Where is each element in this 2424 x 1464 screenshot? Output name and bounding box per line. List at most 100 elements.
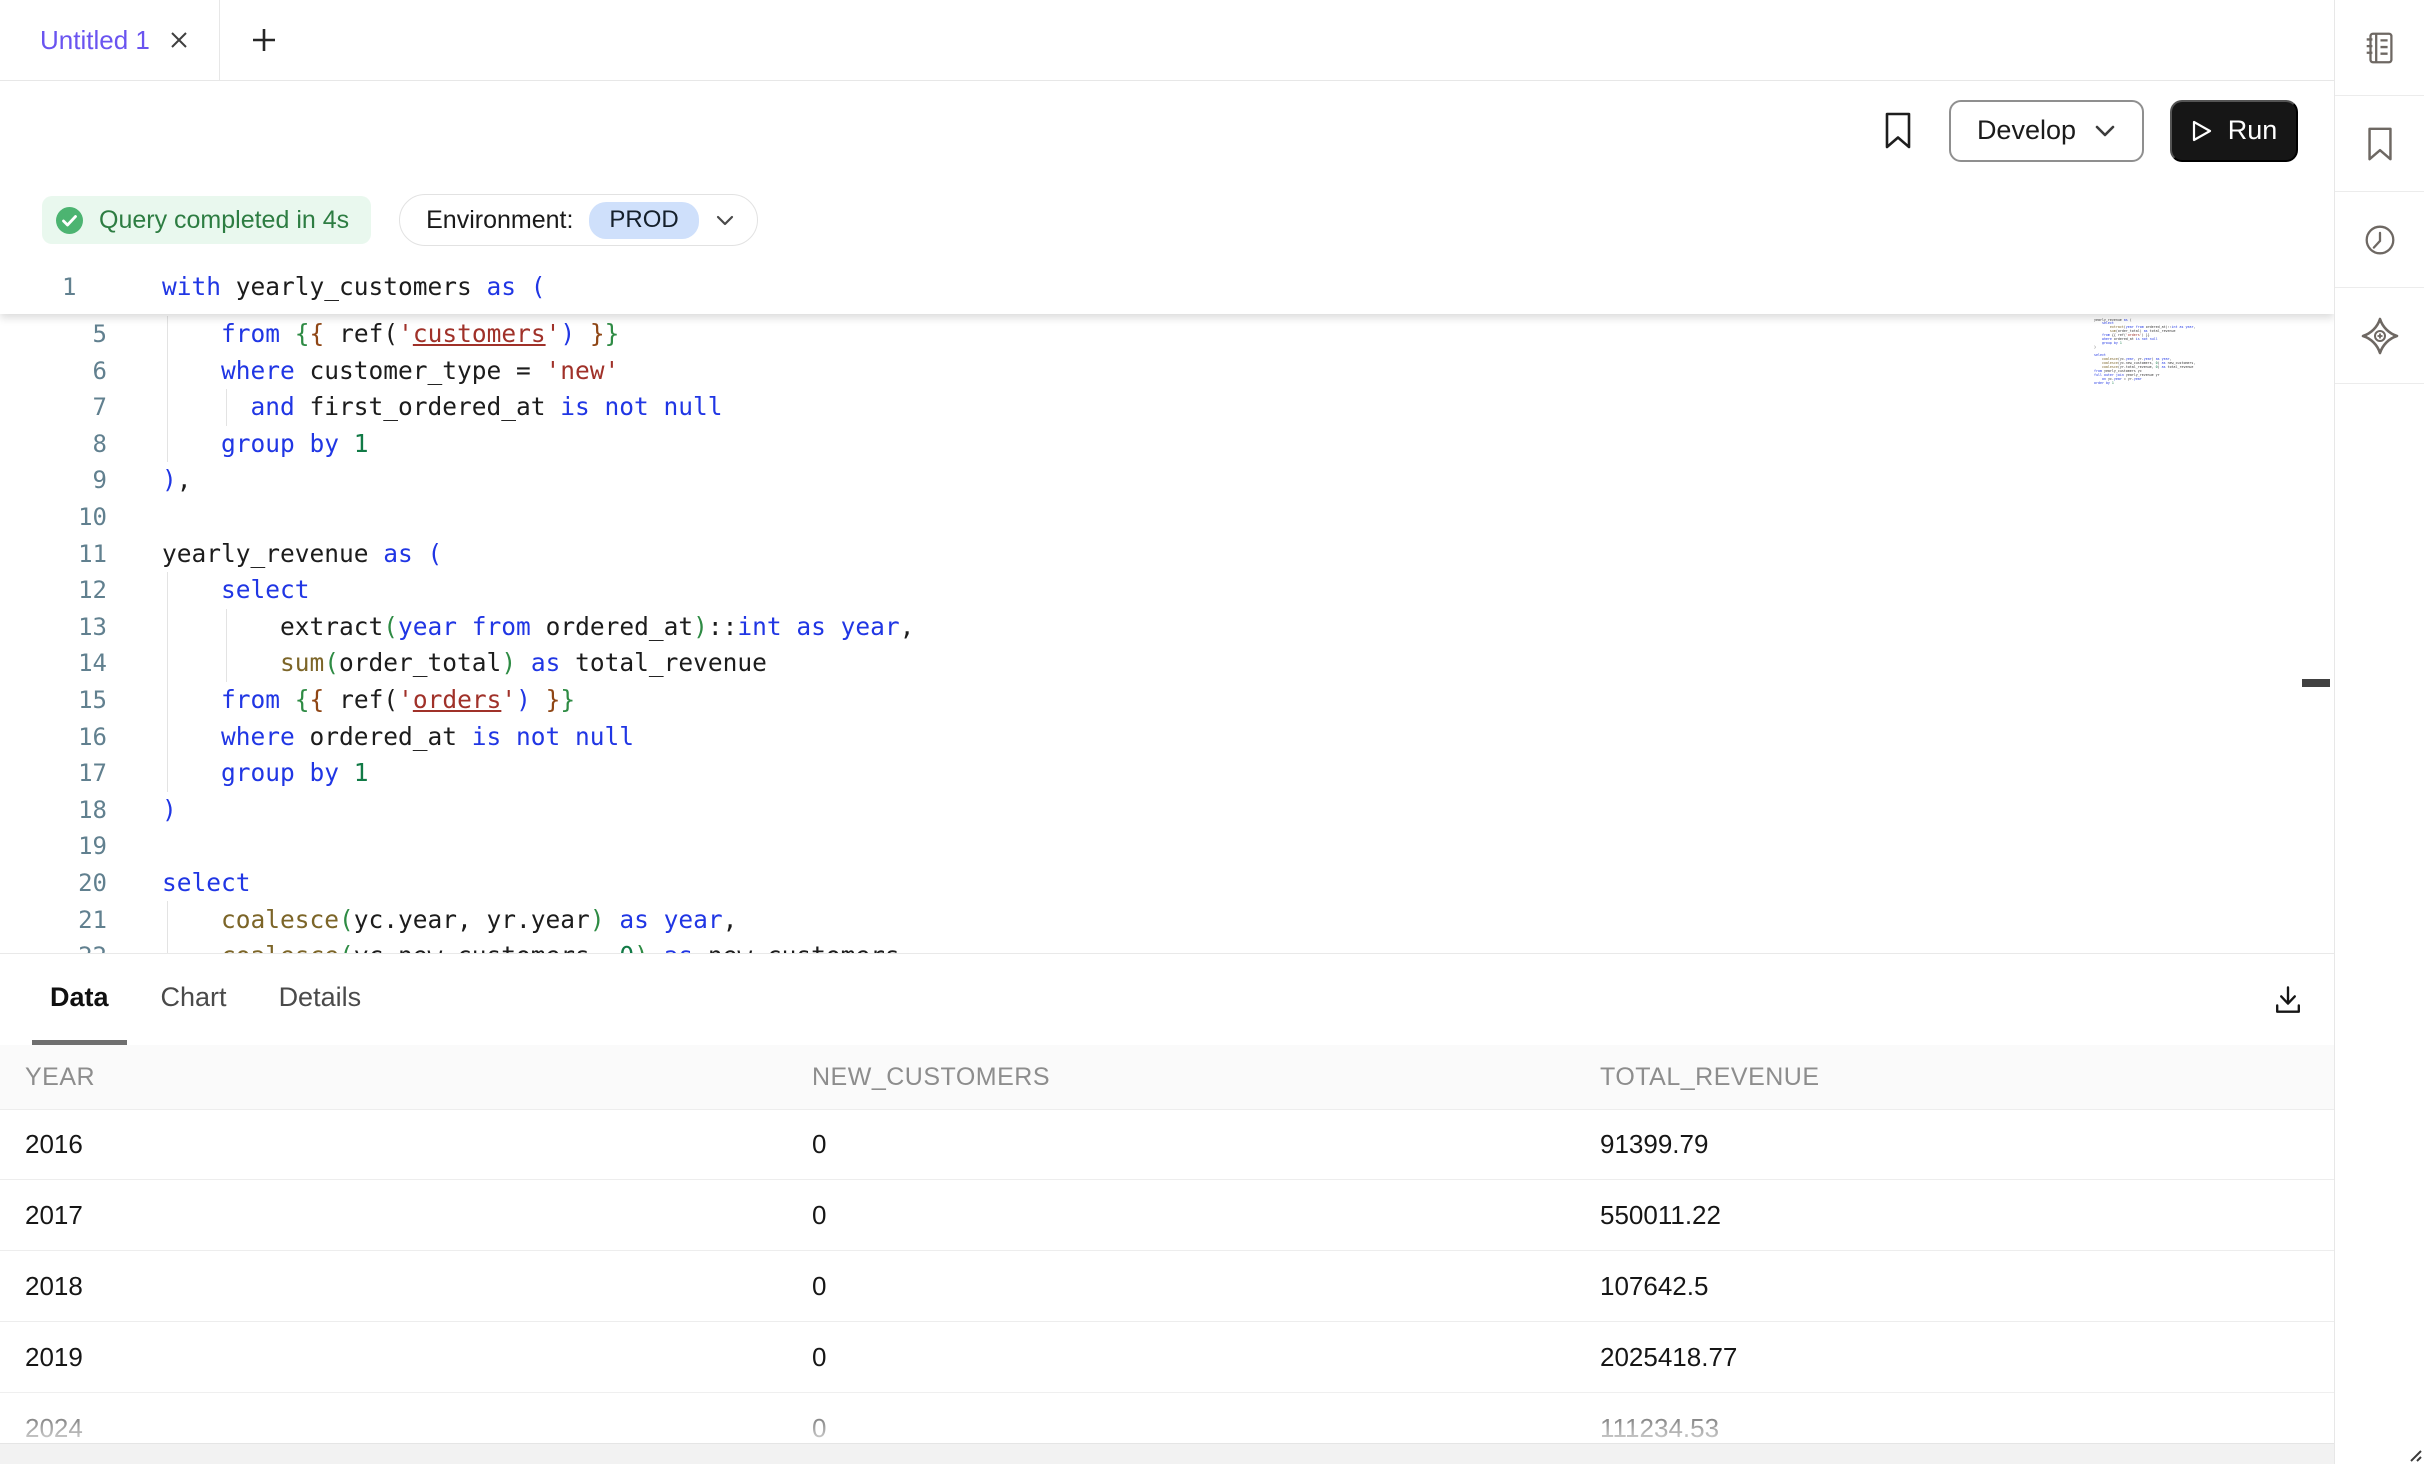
line-number: 22 [0, 938, 107, 954]
explore-icon [2360, 316, 2400, 356]
code-line[interactable]: 8 group by 1 [0, 426, 914, 463]
table-cell: 107642.5 [1575, 1271, 2334, 1302]
line-number: 13 [0, 609, 107, 646]
resize-grip[interactable] [2406, 1446, 2422, 1462]
line-number: 7 [0, 389, 107, 426]
check-circle-icon [54, 205, 85, 236]
code-line[interactable]: 22 coalesce(yc.new_customers, 0) as new_… [0, 938, 914, 954]
code-text: and first_ordered_at is not null [107, 389, 723, 426]
sticky-code-line: 1with yearly_customers as ( [0, 260, 2334, 314]
tab-label: Untitled 1 [40, 25, 150, 56]
code-line[interactable]: 18) [0, 792, 914, 829]
table-cell: 2017 [0, 1200, 787, 1231]
code-line[interactable]: 14 sum(order_total) as total_revenue [0, 645, 914, 682]
run-button[interactable]: Run [2170, 100, 2298, 162]
code-line[interactable]: 16 where ordered_at is not null [0, 719, 914, 756]
table-cell: 0 [787, 1342, 1575, 1373]
bookmark-button[interactable] [1883, 111, 1913, 151]
sidebar-item-explore[interactable] [2335, 288, 2424, 384]
line-number: 6 [0, 353, 107, 390]
download-button[interactable] [2270, 982, 2306, 1018]
code-line[interactable]: 10 [0, 499, 914, 536]
ide-window: Untitled 1 Develop R [0, 0, 2424, 1464]
develop-label: Develop [1977, 115, 2076, 146]
line-number: 17 [0, 755, 107, 792]
line-number: 16 [0, 719, 107, 756]
code-line[interactable]: 11yearly_revenue as ( [0, 536, 914, 573]
code-line[interactable]: 13 extract(year from ordered_at)::int as… [0, 609, 914, 646]
column-header[interactable]: NEW_CUSTOMERS [787, 1063, 1575, 1092]
sidebar-item-bookmarks[interactable] [2335, 96, 2424, 192]
code-line[interactable]: 6 where customer_type = 'new' [0, 353, 914, 390]
environment-value-chip: PROD [589, 202, 698, 239]
chevron-down-icon [2094, 124, 2116, 138]
table-row[interactable]: 201902025418.77 [0, 1322, 2334, 1393]
code-text [107, 828, 162, 865]
develop-dropdown[interactable]: Develop [1949, 100, 2144, 162]
table-cell: 2016 [0, 1129, 787, 1160]
table-cell: 550011.22 [1575, 1200, 2334, 1231]
query-status-badge: Query completed in 4s [42, 196, 371, 244]
horizontal-scrollbar[interactable] [0, 1443, 2334, 1464]
code-text: with yearly_customers as ( [107, 269, 546, 306]
code-text: ) [107, 792, 177, 829]
code-line[interactable]: 21 coalesce(yc.year, yr.year) as year, [0, 902, 914, 939]
table-row[interactable]: 2016091399.79 [0, 1109, 2334, 1180]
environment-label: Environment: [426, 206, 573, 235]
table-row[interactable]: 20180107642.5 [0, 1251, 2334, 1322]
code-text: coalesce(yc.new_customers, 0) as new_cus… [107, 938, 914, 954]
table-body: 2016091399.7920170550011.2220180107642.5… [0, 1109, 2334, 1464]
main-area: Untitled 1 Develop R [0, 0, 2334, 1464]
code-editor[interactable]: 5 from {{ ref('customers') }}6 where cus… [0, 260, 2334, 954]
new-tab-button[interactable] [232, 0, 296, 80]
code-line[interactable]: 7 and first_ordered_at is not null [0, 389, 914, 426]
chevron-down-icon [715, 214, 735, 227]
column-header[interactable]: YEAR [0, 1063, 787, 1092]
code-line[interactable]: 1with yearly_customers as ( [0, 269, 546, 306]
results-panel: DataChartDetails YEARNEW_CUSTOMERSTOTAL_… [0, 953, 2334, 1464]
code-text: from {{ ref('customers') }} [107, 316, 619, 353]
table-header: YEARNEW_CUSTOMERSTOTAL_REVENUE [0, 1045, 2334, 1110]
code-line[interactable]: 9), [0, 462, 914, 499]
code-text: select [107, 865, 251, 902]
download-icon [2270, 982, 2306, 1018]
results-tab-details[interactable]: Details [261, 954, 380, 1045]
sidebar-item-history[interactable] [2335, 192, 2424, 288]
table-cell: 2024 [0, 1413, 787, 1444]
right-sidebar [2334, 0, 2424, 1464]
bookmark-icon [2363, 125, 2397, 163]
table-row[interactable]: 20170550011.22 [0, 1180, 2334, 1251]
code-text: where ordered_at is not null [107, 719, 634, 756]
code-line[interactable]: 17 group by 1 [0, 755, 914, 792]
table-cell: 0 [787, 1200, 1575, 1231]
sidebar-item-notebook[interactable] [2335, 0, 2424, 96]
code-text [107, 499, 162, 536]
line-number: 12 [0, 572, 107, 609]
line-number: 10 [0, 499, 107, 536]
query-status-text: Query completed in 4s [99, 206, 349, 235]
close-icon[interactable] [168, 29, 190, 51]
editor-scrollbar-thumb[interactable] [2302, 679, 2330, 687]
code-text: ), [107, 462, 192, 499]
table-cell: 111234.53 [1575, 1413, 2334, 1444]
line-number: 14 [0, 645, 107, 682]
code-line[interactable]: 15 from {{ ref('orders') }} [0, 682, 914, 719]
column-header[interactable]: TOTAL_REVENUE [1575, 1063, 2334, 1092]
notebook-icon [2361, 29, 2399, 67]
environment-selector[interactable]: Environment: PROD [399, 194, 758, 246]
tab-untitled-1[interactable]: Untitled 1 [0, 0, 220, 80]
code-line[interactable]: 20select [0, 865, 914, 902]
line-number: 9 [0, 462, 107, 499]
results-tab-data[interactable]: Data [32, 954, 127, 1045]
code-line[interactable]: 5 from {{ ref('customers') }} [0, 316, 914, 353]
play-icon [2191, 119, 2213, 143]
line-number: 1 [0, 269, 107, 306]
status-row: Query completed in 4s Environment: PROD [0, 180, 2334, 260]
code-line[interactable]: 19 [0, 828, 914, 865]
table-cell: 2025418.77 [1575, 1342, 2334, 1373]
results-tab-chart[interactable]: Chart [143, 954, 245, 1045]
line-number: 19 [0, 828, 107, 865]
plus-icon [250, 26, 278, 54]
code-text: sum(order_total) as total_revenue [107, 645, 767, 682]
code-line[interactable]: 12 select [0, 572, 914, 609]
